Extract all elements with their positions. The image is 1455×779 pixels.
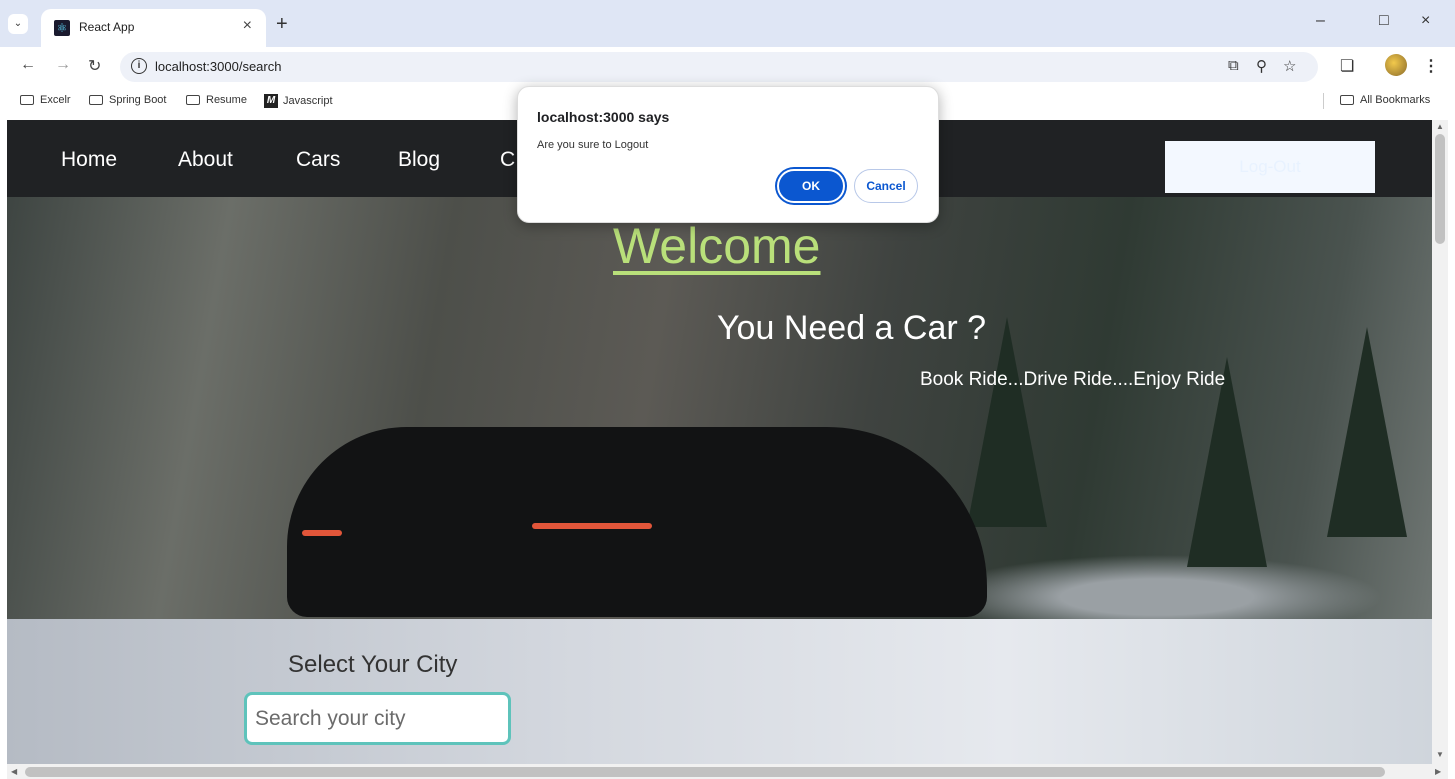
- bookmark-spring-boot[interactable]: Spring Boot: [89, 94, 166, 106]
- nav-home[interactable]: Home: [61, 148, 117, 172]
- city-search-input[interactable]: [244, 692, 511, 745]
- tab-bar: ⌄ ⚛ React App × + – □ ×: [0, 0, 1455, 47]
- url-text: localhost:3000/search: [155, 59, 282, 74]
- address-bar[interactable]: i localhost:3000/search ⧉ ⚲ ☆: [120, 52, 1318, 82]
- hero-subtitle: You Need a Car ?: [717, 309, 987, 347]
- scroll-down-icon[interactable]: ▼: [1436, 750, 1444, 759]
- plus-icon[interactable]: +: [276, 13, 288, 36]
- tab-title: React App: [79, 20, 135, 34]
- tree-shape: [1327, 327, 1407, 537]
- close-window-icon[interactable]: ×: [1421, 12, 1430, 30]
- browser-toolbar: ← → ↻ i localhost:3000/search ⧉ ⚲ ☆ ❏ ⋮: [0, 47, 1455, 87]
- zoom-icon[interactable]: ⚲: [1256, 57, 1267, 75]
- logout-button[interactable]: Log-Out: [1165, 141, 1375, 193]
- ok-button[interactable]: OK: [777, 169, 845, 203]
- folder-icon: [89, 95, 103, 105]
- forward-icon[interactable]: →: [55, 56, 71, 74]
- folder-icon: [20, 95, 34, 105]
- car-image: [287, 427, 987, 617]
- bookmark-excelr[interactable]: Excelr: [20, 94, 71, 106]
- dialog-message: Are you sure to Logout: [537, 139, 649, 151]
- horizontal-scroll-thumb[interactable]: [25, 767, 1385, 777]
- nav-cars[interactable]: Cars: [296, 148, 340, 172]
- cancel-button[interactable]: Cancel: [854, 169, 918, 203]
- bookmark-all-bookmarks[interactable]: All Bookmarks: [1340, 94, 1430, 106]
- bookmarks-divider: [1323, 93, 1324, 109]
- react-icon: ⚛: [54, 20, 70, 36]
- scroll-right-icon[interactable]: ▶: [1435, 767, 1441, 776]
- star-icon[interactable]: ☆: [1283, 57, 1296, 75]
- nav-about[interactable]: About: [178, 148, 233, 172]
- horizontal-scrollbar[interactable]: ◀ ▶: [7, 764, 1448, 779]
- bookmark-javascript[interactable]: M Javascript: [264, 94, 333, 108]
- nav-blog[interactable]: Blog: [398, 148, 440, 172]
- nav-contact[interactable]: C: [500, 148, 515, 172]
- bookmark-resume[interactable]: Resume: [186, 94, 247, 106]
- scroll-up-icon[interactable]: ▲: [1436, 122, 1444, 131]
- install-icon[interactable]: ⧉: [1228, 57, 1239, 74]
- city-title: Select Your City: [288, 651, 458, 678]
- minimize-icon[interactable]: –: [1316, 12, 1325, 30]
- city-search-section: Select Your City: [7, 619, 1432, 764]
- car-taillight: [532, 523, 652, 529]
- profile-icon[interactable]: [1385, 54, 1407, 76]
- m-logo-icon: M: [264, 94, 278, 108]
- vertical-scroll-thumb[interactable]: [1435, 134, 1445, 244]
- car-taillight: [302, 530, 342, 536]
- welcome-heading: Welcome: [613, 218, 821, 274]
- folder-icon: [1340, 95, 1354, 105]
- info-icon[interactable]: i: [131, 58, 147, 74]
- dialog-title: localhost:3000 says: [537, 109, 670, 125]
- reload-icon[interactable]: ↻: [88, 56, 101, 76]
- chevron-down-icon[interactable]: ⌄: [8, 14, 28, 34]
- close-icon[interactable]: ×: [243, 17, 252, 35]
- confirm-dialog: localhost:3000 says Are you sure to Logo…: [517, 86, 939, 223]
- hero-banner: Welcome You Need a Car ? Book Ride...Dri…: [7, 197, 1432, 619]
- menu-dots-icon[interactable]: ⋮: [1423, 56, 1439, 76]
- back-icon[interactable]: ←: [20, 56, 36, 74]
- folder-icon: [186, 95, 200, 105]
- browser-tab[interactable]: ⚛ React App ×: [41, 9, 266, 47]
- restore-icon[interactable]: □: [1379, 12, 1389, 30]
- hero-tagline: Book Ride...Drive Ride....Enjoy Ride: [920, 369, 1226, 390]
- tree-shape: [967, 317, 1047, 527]
- extensions-icon[interactable]: ❏: [1340, 56, 1354, 76]
- vertical-scrollbar[interactable]: ▲ ▼: [1432, 120, 1448, 764]
- scroll-left-icon[interactable]: ◀: [11, 767, 17, 776]
